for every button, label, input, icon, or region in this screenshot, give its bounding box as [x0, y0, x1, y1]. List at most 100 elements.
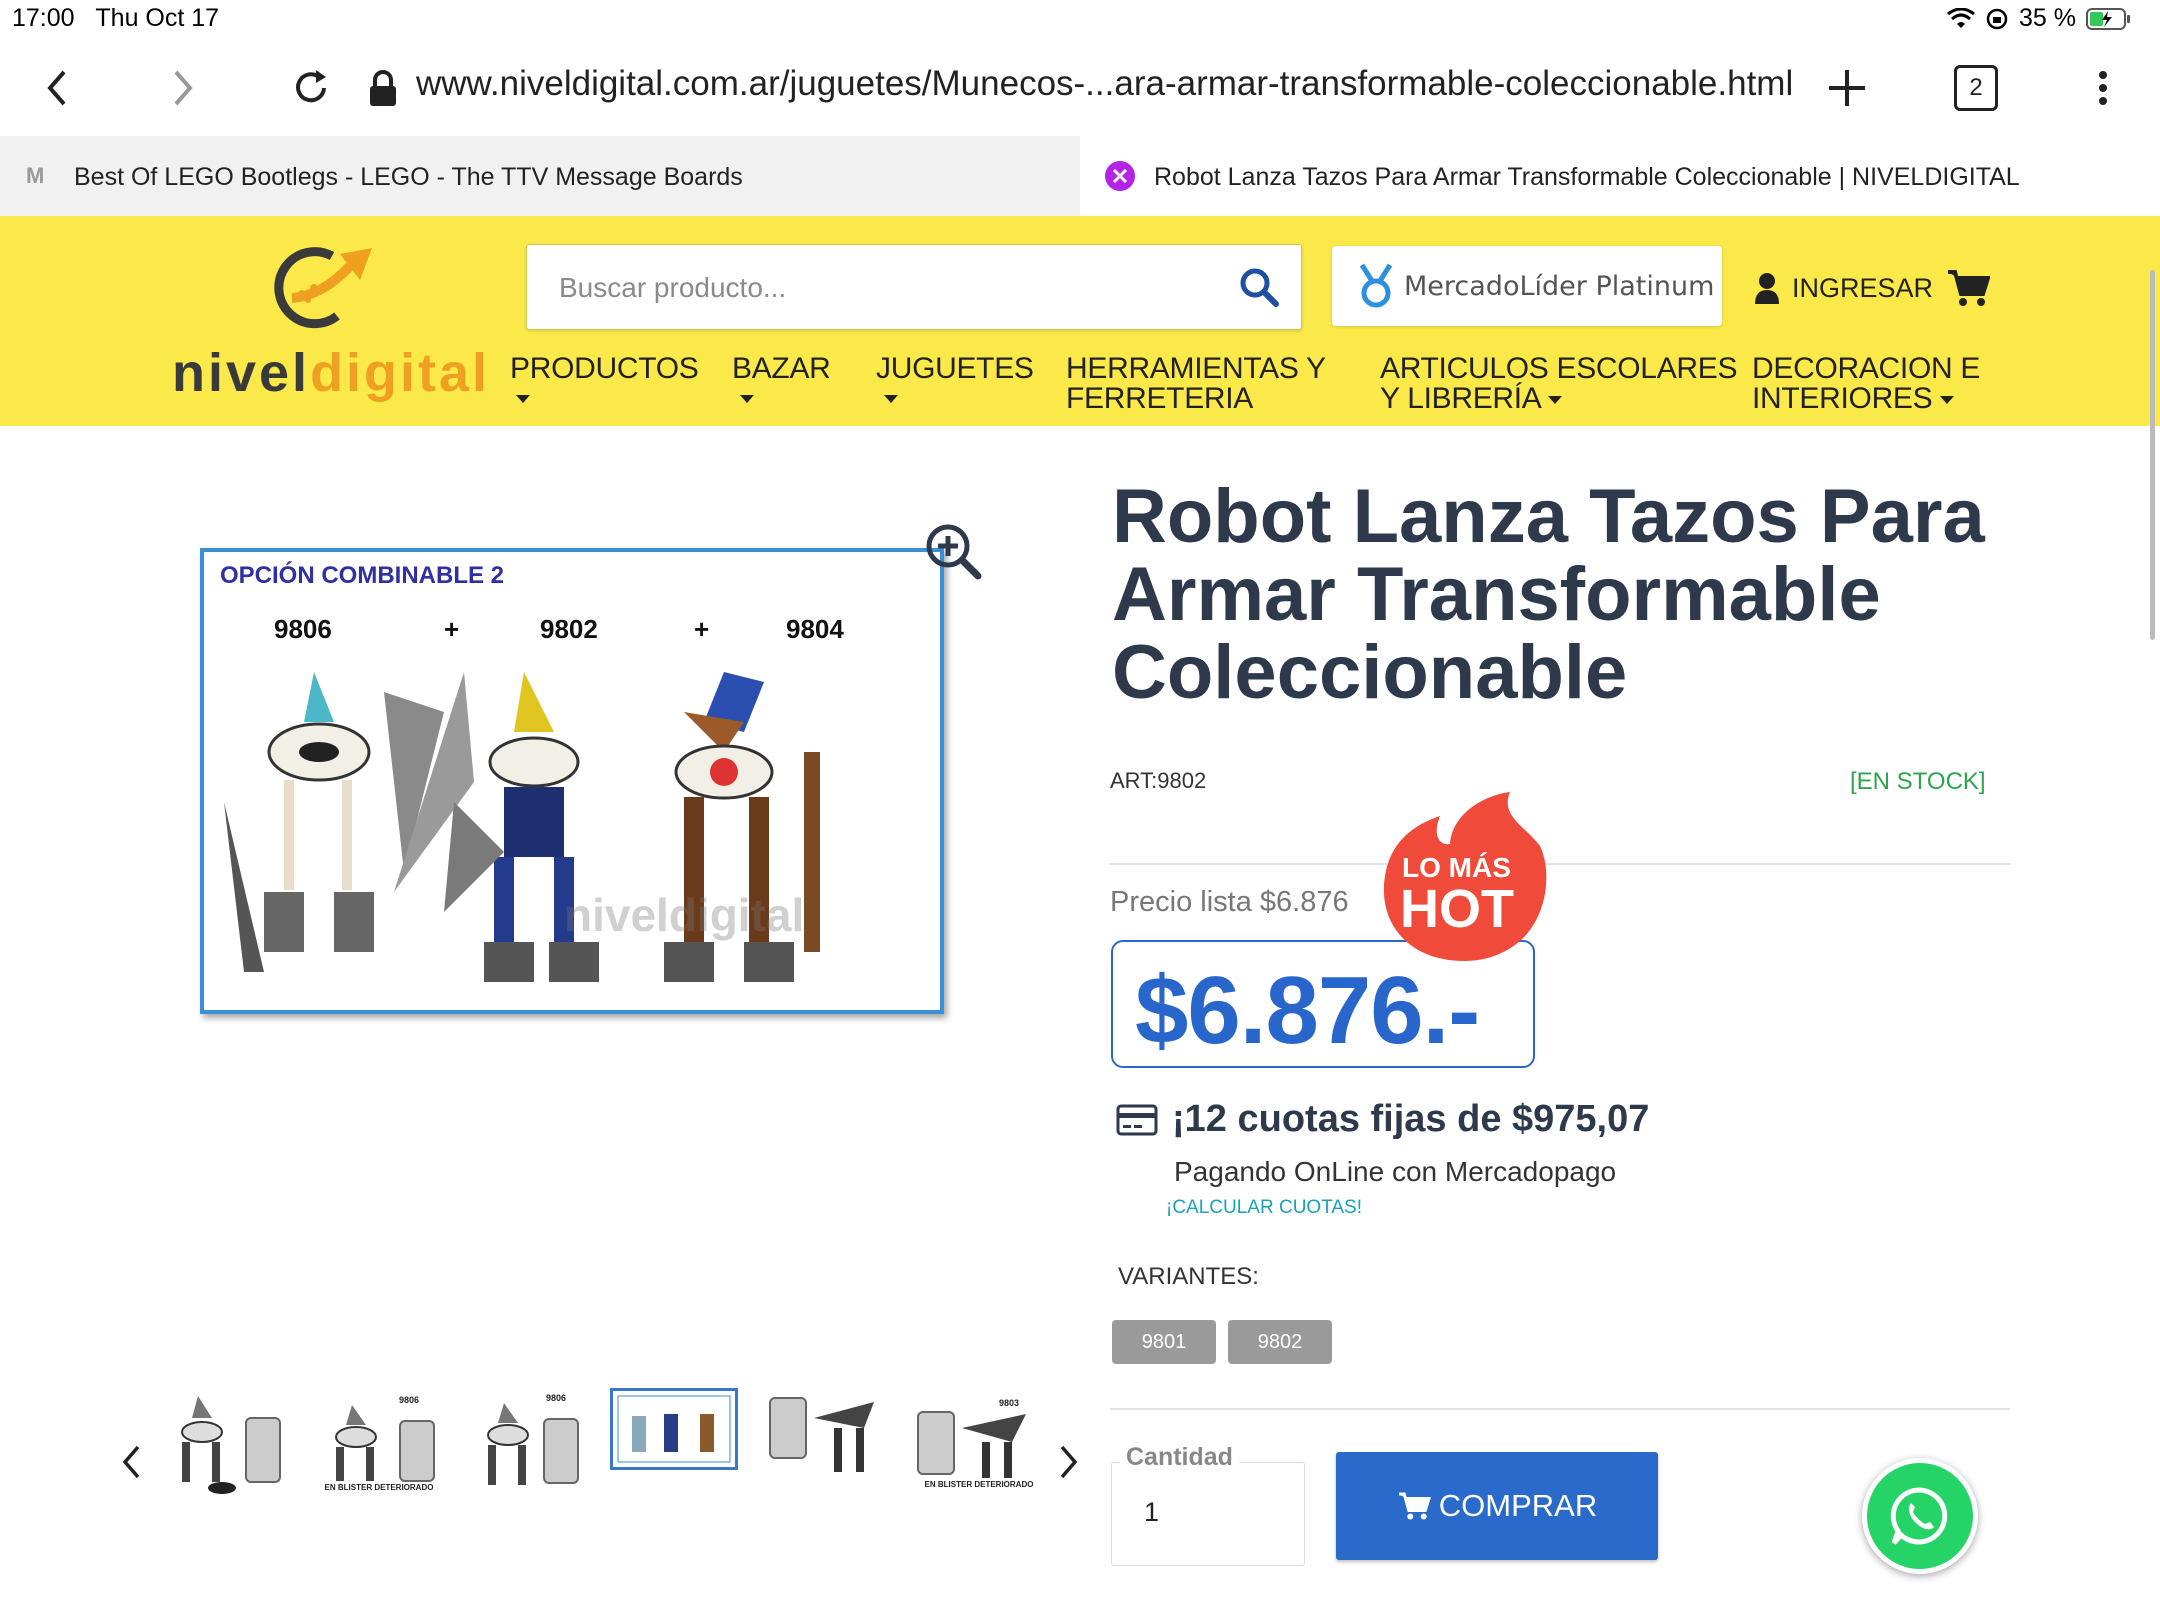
clock: 17:00	[12, 4, 75, 32]
orientation-lock-icon	[1986, 8, 2008, 29]
robot-figures-illustration	[224, 672, 820, 982]
chevron-right-icon	[174, 70, 193, 106]
tab-favicon: M	[26, 163, 45, 188]
nav-label: PRODUCTOS	[510, 352, 699, 385]
thumbnail-code: 9806	[398, 1394, 420, 1405]
tab-active[interactable]: Robot Lanza Tazos Para Armar Transformab…	[1080, 136, 2160, 216]
calc-installments-link[interactable]: ¡CALCULAR CUOTAS!	[1166, 1197, 1362, 1219]
caret-down-icon	[1940, 396, 1955, 405]
nav-decoracion[interactable]: DECORACION E INTERIORES	[1752, 354, 1980, 414]
quantity-field[interactable]: Cantidad 1	[1111, 1443, 1305, 1566]
nav-productos[interactable]: PRODUCTOS	[510, 352, 699, 408]
plus-sign: +	[444, 614, 460, 644]
plus-icon	[1829, 70, 1865, 106]
quantity-value[interactable]: 1	[1144, 1497, 1159, 1528]
thumbnail[interactable]: 9803 EN BLISTER DETERIORADO	[916, 1388, 1042, 1498]
forward-button[interactable]	[148, 53, 218, 123]
carousel-prev-icon[interactable]	[120, 1444, 142, 1480]
credit-card-icon	[1116, 1104, 1158, 1136]
variant-button-9801[interactable]: 9801	[1112, 1320, 1216, 1364]
thumbnail-note: EN BLISTER DETERIORADO	[324, 1482, 434, 1492]
thumbnail[interactable]: 9806 EN BLISTER DETERIORADO	[316, 1388, 442, 1498]
caret-down-icon	[884, 394, 898, 403]
new-tab-button[interactable]	[1812, 53, 1882, 123]
tab-switcher-button[interactable]: 2	[1941, 53, 2011, 123]
logo-digital: digital	[310, 343, 491, 403]
kebab-menu-icon	[2099, 71, 2107, 105]
status-time: 17:00 Thu Oct 17	[12, 4, 219, 33]
product-main-image[interactable]: OPCIÓN COMBINABLE 2 9806 + 9802 + 9804 n…	[200, 548, 944, 1014]
nav-bazar[interactable]: BAZAR	[732, 354, 831, 408]
tab-count: 2	[1954, 65, 1998, 111]
variant-button-9802[interactable]: 9802	[1228, 1320, 1332, 1364]
search-icon[interactable]	[1239, 267, 1279, 307]
thumbnail-code: 9806	[545, 1393, 567, 1403]
cart-icon[interactable]	[1946, 268, 1990, 308]
wifi-icon	[1947, 7, 1975, 28]
thumbnail-robot-image	[917, 1410, 1026, 1478]
payment-note: Pagando OnLine con Mercadopago	[1174, 1156, 1617, 1187]
reload-button[interactable]	[276, 53, 346, 123]
carousel-next-icon[interactable]	[1058, 1444, 1080, 1480]
thumbnail[interactable]: 9806	[468, 1388, 594, 1498]
back-button[interactable]	[22, 53, 92, 123]
chevron-left-icon	[47, 70, 66, 106]
user-icon	[1755, 273, 1779, 304]
whatsapp-button[interactable]	[1862, 1458, 1978, 1574]
thumbnail-selected[interactable]	[610, 1388, 738, 1470]
quantity-label: Cantidad	[1120, 1443, 1239, 1472]
nav-label-line1: DECORACION E	[1752, 352, 1981, 385]
caret-down-icon	[740, 394, 754, 403]
nav-label-line1: HERRAMIENTAS Y	[1066, 352, 1326, 385]
thumbnail[interactable]	[162, 1388, 288, 1498]
tab-inactive[interactable]: M Best Of LEGO Bootlegs - LEGO - The TTV…	[0, 136, 1081, 216]
page-scrollbar[interactable]	[2150, 270, 2155, 640]
caret-down-icon	[1547, 396, 1562, 405]
plus-sign: +	[694, 614, 710, 644]
buy-button[interactable]: COMPRAR	[1336, 1452, 1658, 1560]
cart-icon	[1398, 1492, 1431, 1520]
date: Thu Oct 17	[95, 4, 220, 32]
address-bar[interactable]: www.niveldigital.com.ar/juguetes/Munecos…	[416, 64, 1793, 104]
thumbnail-robot-image	[335, 1404, 435, 1482]
reload-icon	[296, 70, 326, 103]
zoom-in-icon[interactable]	[924, 522, 982, 580]
thumbnail-robot-image	[487, 1403, 579, 1485]
thumbnail-code: 9803	[998, 1397, 1020, 1408]
logo-text: niveldigital	[172, 342, 490, 404]
image-watermark: niveldigital	[564, 889, 805, 941]
nav-herramientas[interactable]: HERRAMIENTAS Y FERRETERIA	[1066, 354, 1326, 414]
caret-down-icon	[516, 394, 530, 403]
installments-text: ¡12 cuotas fijas de $975,07	[1172, 1098, 1650, 1140]
code-middle: 9802	[540, 614, 598, 644]
nav-articulos-escolares[interactable]: ARTICULOS ESCOLARES Y LIBRERÍA	[1380, 354, 1737, 414]
product-title: Robot Lanza Tazos Para Armar Transformab…	[1112, 474, 1985, 715]
product-art: ART:9802	[1110, 768, 1207, 793]
menu-button[interactable]	[2068, 53, 2138, 123]
nav-juguetes[interactable]: JUGUETES	[876, 354, 1034, 408]
status-right: 35 %	[1947, 4, 2132, 33]
nav-label: BAZAR	[732, 352, 831, 385]
site-logo[interactable]: niveldigital	[172, 232, 487, 408]
lock-icon	[370, 70, 396, 106]
login-link[interactable]: INGRESAR	[1754, 272, 1933, 304]
status-bar: 17:00 Thu Oct 17 35 %	[0, 0, 2160, 40]
code-left: 9806	[274, 614, 332, 644]
divider	[1110, 863, 2010, 865]
price: $6.876.-	[1135, 957, 1480, 1064]
code-right: 9804	[786, 614, 844, 644]
list-price: Precio lista $6.876	[1110, 886, 1349, 918]
thumbnail[interactable]	[764, 1388, 890, 1498]
battery-percent: 35 %	[2019, 4, 2076, 32]
browser-toolbar: www.niveldigital.com.ar/juguetes/Munecos…	[0, 40, 2160, 136]
login-label: INGRESAR	[1792, 272, 1934, 303]
logo-nivel: nivel	[172, 343, 311, 403]
close-tab-icon[interactable]	[1104, 160, 1136, 192]
search-box	[526, 244, 1302, 331]
search-input[interactable]	[557, 245, 1201, 331]
battery-icon	[2086, 7, 2130, 30]
logo-mark-icon	[274, 247, 372, 329]
nav-label-line2: Y LIBRERÍA	[1380, 382, 1540, 415]
image-caption: OPCIÓN COMBINABLE 2	[220, 562, 505, 589]
mercadolider-badge: MercadoLíder Platinum	[1332, 246, 1722, 326]
